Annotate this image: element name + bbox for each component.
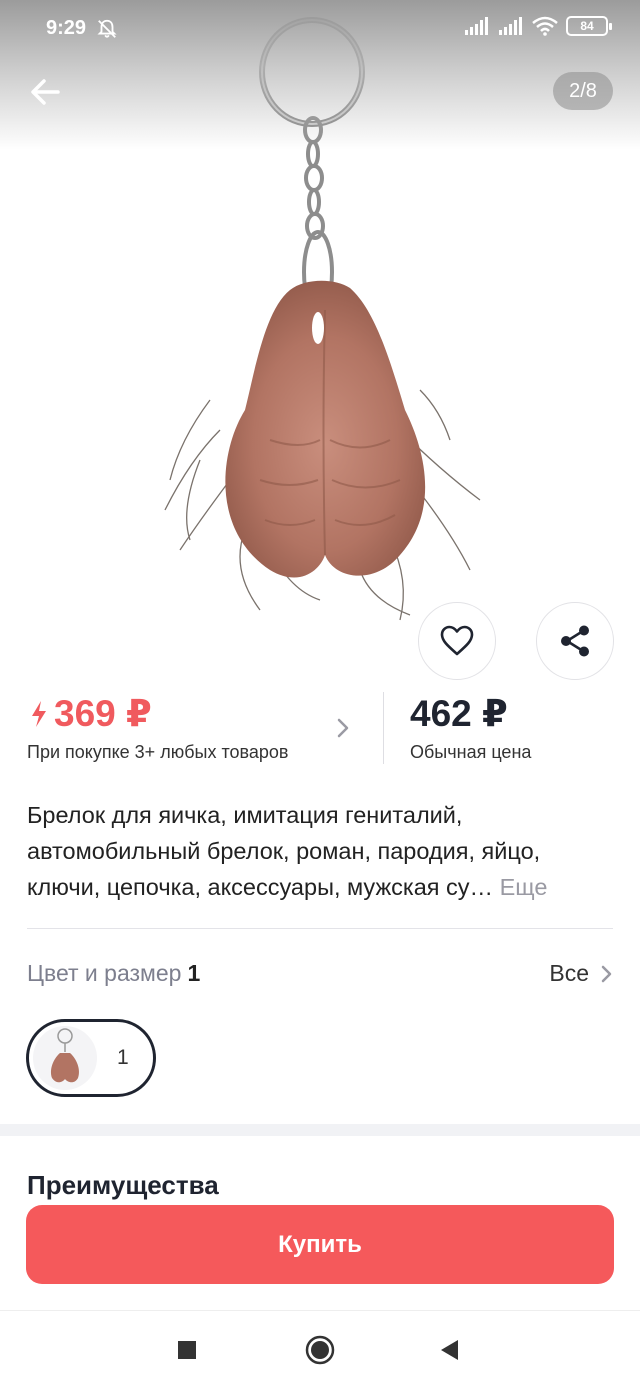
title-line: автомобильный брелок, роман, пародия, яй…: [27, 838, 541, 864]
bell-off-icon: [97, 19, 117, 38]
variant-thumbnail-image: [50, 1028, 80, 1083]
section-gap: [0, 1124, 640, 1136]
share-button[interactable]: [536, 602, 614, 680]
chevron-right-icon: [601, 965, 612, 982]
gallery-page-counter: 2/8: [553, 72, 613, 110]
regular-price: 462 ₽: [410, 693, 508, 734]
back-triangle-icon[interactable]: [432, 1333, 466, 1367]
variant-chip-label: 1: [117, 1046, 129, 1069]
wifi-icon: [532, 16, 558, 36]
system-nav-bar: [0, 1310, 640, 1387]
divider: [27, 928, 613, 929]
price-block: 369 ₽ При покупке 3+ любых товаров 462 ₽…: [0, 688, 640, 778]
heart-icon: [440, 625, 474, 656]
battery-icon: 84: [566, 16, 612, 36]
product-image-gallery[interactable]: [0, 0, 640, 680]
back-arrow-icon[interactable]: [26, 72, 66, 112]
variants-header[interactable]: Цвет и размер 1 Все: [27, 956, 613, 992]
buy-button[interactable]: Купить: [26, 1205, 614, 1284]
title-line: Брелок для яичка, имитация гениталий,: [27, 802, 463, 828]
product-title: Брелок для яичка, имитация гениталий, ав…: [27, 797, 613, 905]
status-bar: 9:29 84: [0, 0, 640, 58]
signal-icon: [499, 17, 522, 35]
advantages-title: Преимущества: [27, 1170, 219, 1200]
price-divider: [383, 692, 384, 764]
lightning-icon: [32, 700, 46, 727]
show-more-link[interactable]: Еще: [500, 874, 548, 900]
home-icon[interactable]: [303, 1333, 337, 1367]
favorite-button[interactable]: [418, 602, 496, 680]
variants-label-text: Цвет и размер: [27, 960, 182, 986]
variant-thumbnail: [33, 1026, 97, 1090]
signal-icon: [465, 17, 488, 35]
variants-all-label: Все: [549, 960, 589, 986]
recent-apps-icon[interactable]: [170, 1333, 204, 1367]
share-icon: [561, 625, 589, 657]
variants-label: Цвет и размер 1: [27, 960, 200, 987]
sale-price-value: 369 ₽: [54, 693, 152, 734]
sale-price[interactable]: 369 ₽: [30, 692, 152, 735]
title-line-text: ключи, цепочка, аксессуары, мужская су…: [27, 874, 494, 900]
sale-price-note: При покупке 3+ любых товаров: [27, 742, 289, 762]
status-time: 9:29: [46, 17, 87, 39]
regular-price-note: Обычная цена: [410, 742, 532, 762]
variants-count: 1: [187, 960, 201, 986]
chevron-right-icon[interactable]: [333, 716, 353, 740]
title-line: ключи, цепочка, аксессуары, мужская су… …: [27, 869, 613, 905]
variant-chip-selected[interactable]: 1: [26, 1019, 156, 1097]
variants-all-link[interactable]: Все: [549, 960, 613, 987]
